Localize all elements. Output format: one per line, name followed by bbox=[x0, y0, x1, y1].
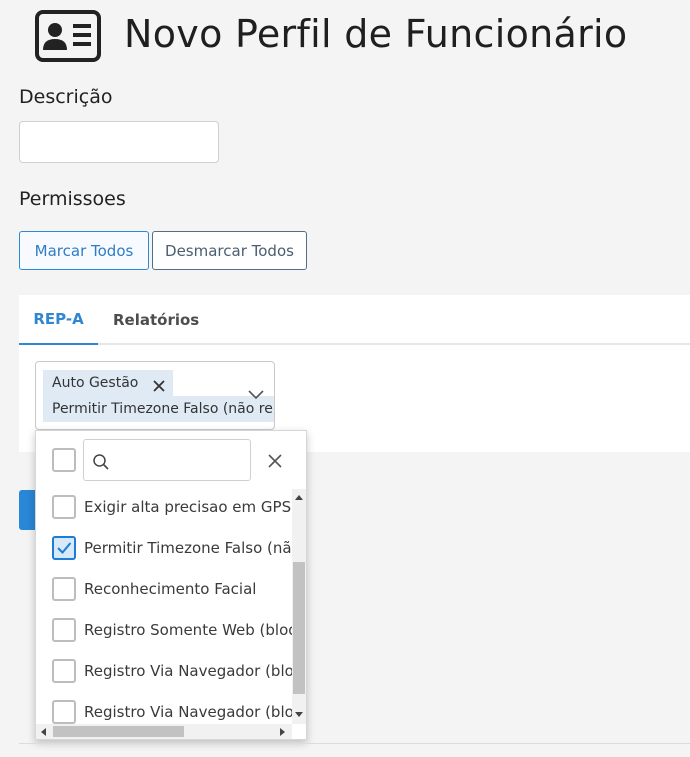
scroll-left-icon[interactable] bbox=[41, 728, 46, 736]
page-header bbox=[35, 8, 101, 64]
dropdown-option[interactable]: Reconhecimento Facial bbox=[36, 568, 292, 609]
chevron-down-icon[interactable] bbox=[248, 390, 264, 400]
unmark-all-button[interactable]: Desmarcar Todos bbox=[152, 231, 307, 270]
option-label: Exigir alta precisao em GPS pa bbox=[84, 497, 292, 516]
vertical-scrollbar[interactable] bbox=[292, 489, 306, 724]
chip-label: Auto Gestão bbox=[52, 375, 139, 391]
horizontal-scrollbar[interactable] bbox=[36, 724, 292, 739]
page-title: Novo Perfil de Funcionário bbox=[124, 12, 628, 56]
option-label: Registro Via Navegador (bloq bbox=[84, 702, 292, 721]
description-input[interactable] bbox=[19, 121, 219, 163]
dropdown-option[interactable]: Registro Via Navegador (bloq bbox=[36, 691, 292, 724]
option-label: Permitir Timezone Falso (não bbox=[84, 538, 292, 557]
scrollbar-thumb[interactable] bbox=[293, 562, 305, 694]
chip-label: Permitir Timezone Falso (não re bbox=[52, 401, 273, 417]
selected-chip: Permitir Timezone Falso (não re bbox=[43, 396, 274, 422]
dropdown-option-list: Exigir alta precisao em GPS pa Permitir … bbox=[36, 489, 292, 724]
permissions-multiselect[interactable]: Auto Gestão Permitir Timezone Falso (não… bbox=[35, 361, 275, 430]
tab-relatorios[interactable]: Relatórios bbox=[113, 295, 199, 345]
option-checkbox[interactable] bbox=[52, 617, 76, 642]
dropdown-option[interactable]: Registro Via Navegador (bloq bbox=[36, 650, 292, 691]
scroll-up-icon[interactable] bbox=[295, 495, 303, 500]
dropdown-option[interactable]: Permitir Timezone Falso (não bbox=[36, 527, 292, 568]
dropdown-search-input[interactable] bbox=[83, 439, 251, 481]
dropdown-option[interactable]: Registro Somente Web (bloqu bbox=[36, 609, 292, 650]
select-all-checkbox[interactable] bbox=[52, 448, 76, 472]
option-checkbox[interactable] bbox=[52, 535, 76, 560]
divider bbox=[19, 743, 690, 744]
option-checkbox[interactable] bbox=[52, 494, 76, 519]
option-label: Reconhecimento Facial bbox=[84, 579, 257, 598]
tab-bar: REP-A Relatórios bbox=[19, 295, 690, 345]
dropdown-option[interactable]: Exigir alta precisao em GPS pa bbox=[36, 489, 292, 527]
mark-all-button[interactable]: Marcar Todos bbox=[19, 231, 149, 270]
search-icon bbox=[93, 454, 109, 470]
permissions-label: Permissoes bbox=[19, 188, 126, 210]
option-label: Registro Somente Web (bloqu bbox=[84, 620, 292, 639]
option-checkbox[interactable] bbox=[52, 658, 76, 683]
id-card-icon bbox=[35, 10, 101, 62]
scrollbar-thumb[interactable] bbox=[53, 726, 184, 737]
option-checkbox[interactable] bbox=[52, 699, 76, 724]
tab-rep-a[interactable]: REP-A bbox=[19, 295, 98, 345]
option-label: Registro Via Navegador (bloq bbox=[84, 661, 292, 680]
scroll-right-icon[interactable] bbox=[280, 728, 285, 736]
remove-chip-icon[interactable] bbox=[152, 379, 166, 393]
check-icon bbox=[57, 541, 72, 554]
close-icon[interactable] bbox=[267, 453, 283, 469]
description-label: Descrição bbox=[19, 86, 113, 108]
scroll-down-icon[interactable] bbox=[295, 712, 303, 717]
permissions-dropdown: Exigir alta precisao em GPS pa Permitir … bbox=[35, 430, 307, 740]
permissions-tab-panel: REP-A Relatórios Auto Gestão Permitir Ti… bbox=[19, 295, 690, 452]
option-checkbox[interactable] bbox=[52, 576, 76, 601]
